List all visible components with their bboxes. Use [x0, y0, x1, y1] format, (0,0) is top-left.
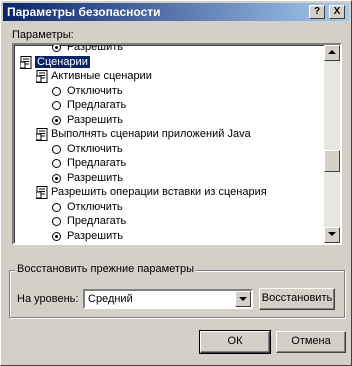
level-select-dropdown-button[interactable] — [235, 291, 251, 307]
level-label: На уровень: — [17, 293, 79, 305]
scroll-down-button[interactable] — [324, 227, 340, 243]
arrow-down-icon — [328, 232, 336, 236]
tree-item-label: Отключить — [67, 84, 123, 97]
radio-button[interactable] — [52, 173, 61, 183]
tree-item-label: Разрешить — [67, 229, 123, 242]
tree-item-label: Активные сценарии — [51, 70, 152, 82]
option-row[interactable]: Предлагать — [14, 99, 326, 114]
radio-button[interactable] — [52, 101, 61, 110]
radio-button[interactable] — [52, 86, 61, 96]
radio-button[interactable] — [52, 45, 61, 52]
setting-row[interactable]: Выполнять сценарии приложений Java — [14, 128, 326, 143]
settings-document-icon — [36, 128, 48, 141]
option-row[interactable]: Разрешить — [14, 43, 326, 56]
tree-item-label: Предлагать — [67, 157, 127, 169]
security-settings-dialog: Параметры безопасности ? X Параметры: Ра… — [0, 0, 352, 366]
category-row[interactable]: Сценарии — [14, 55, 326, 71]
scroll-thumb[interactable] — [324, 150, 340, 172]
option-row[interactable]: Отключить — [14, 201, 326, 216]
radio-button[interactable] — [52, 159, 61, 168]
tree-item-label: Предлагать — [67, 99, 127, 111]
radio-button[interactable] — [52, 217, 61, 226]
ok-button[interactable]: ОК — [199, 330, 271, 354]
arrow-up-icon — [328, 50, 336, 54]
radio-button[interactable] — [52, 144, 61, 154]
option-row[interactable]: Предлагать — [14, 157, 326, 172]
option-row[interactable]: Разрешить — [14, 114, 326, 129]
settings-document-icon — [36, 186, 48, 199]
tree-item-label: Разрешить — [67, 171, 123, 184]
tree-item-label: Отключить — [67, 142, 123, 155]
restore-button[interactable]: Восстановить — [259, 288, 335, 310]
tree-item-label: Сценарии — [35, 55, 90, 68]
tree-item-label: Выполнять сценарии приложений Java — [51, 128, 251, 140]
option-row[interactable]: Разрешить — [14, 229, 326, 244]
tree-item-label: Разрешить — [67, 43, 123, 53]
help-button[interactable]: ? — [309, 5, 325, 19]
settings-document-icon — [36, 70, 48, 83]
settings-label: Параметры: — [12, 29, 74, 41]
radio-button[interactable] — [52, 231, 61, 241]
settings-document-icon — [20, 55, 32, 69]
tree-item-label: Разрешить — [67, 113, 123, 126]
settings-tree[interactable]: Разрешить Сценарии Активные сценарии Отключ… — [12, 43, 342, 245]
close-button[interactable]: X — [329, 5, 345, 19]
option-row[interactable]: Предлагать — [14, 215, 326, 230]
radio-button[interactable] — [52, 115, 61, 125]
scroll-up-button[interactable] — [324, 45, 340, 61]
tree-item-label: Отключить — [67, 200, 123, 213]
option-row[interactable]: Разрешить — [14, 172, 326, 187]
level-select-value: Средний — [88, 293, 133, 305]
vertical-scrollbar[interactable] — [324, 45, 340, 243]
setting-row[interactable]: Активные сценарии — [14, 70, 326, 85]
level-select[interactable]: Средний — [83, 289, 253, 309]
cancel-button[interactable]: Отмена — [276, 331, 346, 353]
option-row[interactable]: Отключить — [14, 143, 326, 158]
settings-tree-rows: Разрешить Сценарии Активные сценарии Отключ… — [14, 43, 326, 244]
title-bar[interactable]: Параметры безопасности ? X — [3, 3, 349, 21]
setting-row[interactable]: Разрешить операции вставки из сценария — [14, 186, 326, 201]
reset-groupbox-legend: Восстановить прежние параметры — [15, 263, 196, 275]
tree-item-label: Разрешить операции вставки из сценария — [51, 186, 267, 198]
tree-item-label: Предлагать — [67, 215, 127, 227]
option-row[interactable]: Отключить — [14, 85, 326, 100]
radio-button[interactable] — [52, 202, 61, 212]
window-title: Параметры безопасности — [7, 5, 161, 19]
chevron-down-icon — [239, 297, 247, 301]
